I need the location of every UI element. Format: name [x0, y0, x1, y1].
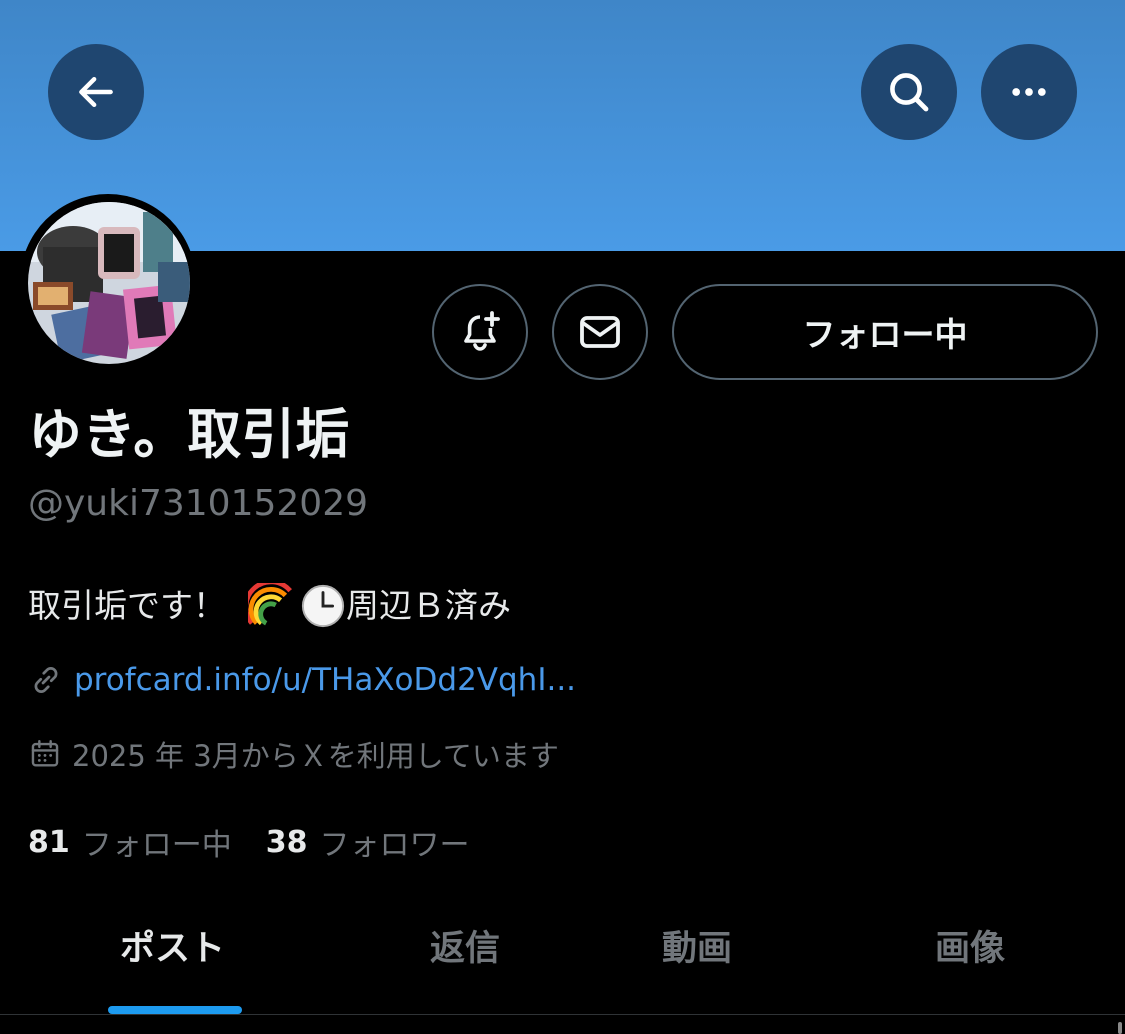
bio-suffix: 周辺Ｂ済み — [346, 586, 511, 625]
followers-count: 38 — [265, 824, 308, 860]
notification-button[interactable] — [432, 284, 528, 380]
tab-posts[interactable]: ポスト — [120, 924, 225, 974]
followers-label: フォロワー — [319, 828, 470, 863]
following-button[interactable]: フォロー中 — [672, 284, 1098, 380]
profile-link-text[interactable]: profcard.info/u/THaXoDd2VqhI... — [74, 662, 576, 698]
avatar[interactable] — [28, 202, 190, 364]
clock-emoji-icon — [301, 584, 345, 628]
user-handle: @yuki7310152029 — [28, 483, 369, 524]
following-count: 81 — [28, 824, 70, 860]
followers-link[interactable]: 38 フォロワー — [266, 820, 470, 864]
envelope-icon — [580, 316, 620, 348]
calendar-icon — [31, 740, 59, 767]
joined-date-text: 2025 年 3月からＸを利用しています — [72, 739, 559, 773]
display-name: ゆき。取引垢 — [28, 403, 350, 466]
tab-videos[interactable]: 動画 — [662, 924, 732, 974]
profile-link[interactable]: profcard.info/u/THaXoDd2VqhI... — [28, 658, 576, 702]
tab-images[interactable]: 画像 — [935, 924, 1005, 974]
following-label: フォロー中 — [81, 828, 232, 863]
more-dots-icon — [1012, 88, 1046, 96]
rainbow-emoji-icon — [248, 583, 292, 626]
follow-stats: 81 フォロー中 38 フォロワー — [28, 820, 470, 864]
back-button[interactable] — [48, 44, 144, 140]
profile-banner[interactable] — [0, 0, 1125, 251]
scrollbar[interactable] — [1118, 1022, 1122, 1034]
message-button[interactable] — [552, 284, 648, 380]
link-icon — [34, 667, 58, 693]
joined-date: 2025 年 3月からＸを利用しています — [28, 732, 559, 776]
following-button-label: フォロー中 — [802, 315, 968, 354]
bio: 取引垢です！ 周辺Ｂ済み — [28, 582, 511, 630]
arrow-left-icon — [79, 76, 113, 108]
following-link[interactable]: 81 フォロー中 — [28, 820, 232, 864]
bio-text: 取引垢です！ — [28, 586, 226, 625]
tab-divider — [0, 1014, 1125, 1015]
bell-plus-icon — [464, 311, 500, 351]
tab-replies[interactable]: 返信 — [430, 924, 500, 974]
search-button[interactable] — [861, 44, 957, 140]
more-button[interactable] — [981, 44, 1077, 140]
active-tab-indicator — [108, 1006, 242, 1014]
search-icon — [890, 73, 929, 112]
